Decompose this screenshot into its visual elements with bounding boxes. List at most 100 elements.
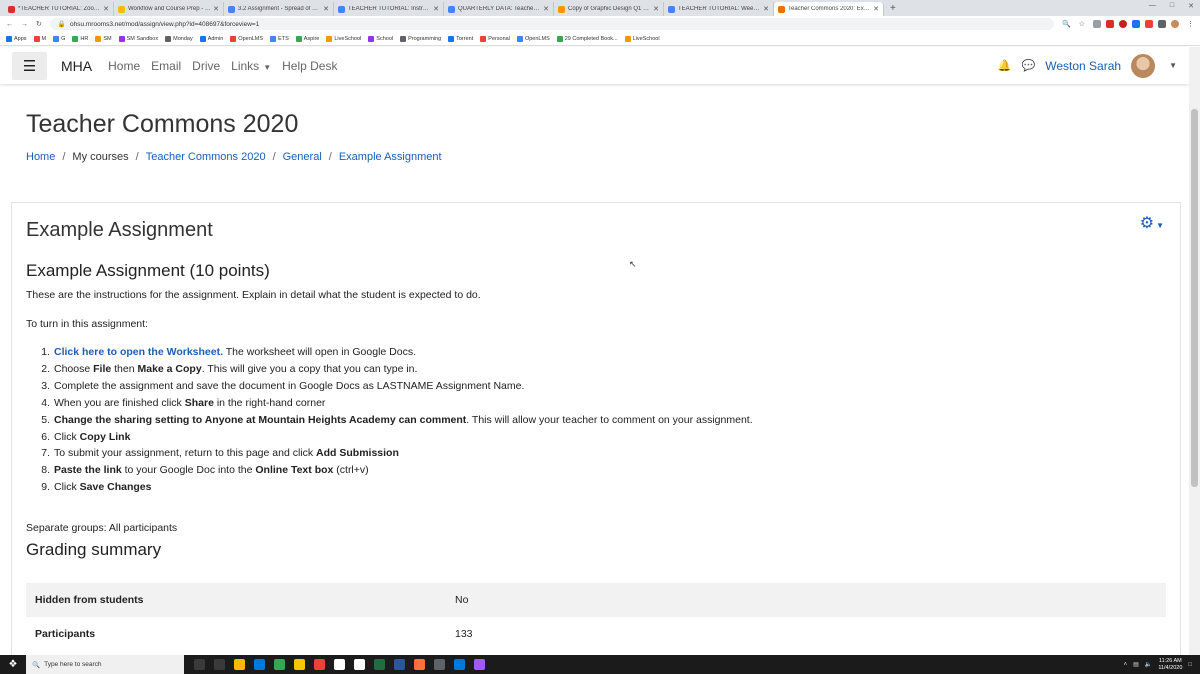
browser-tab[interactable]: Workflow and Course Prep - Go ✕ <box>114 2 224 16</box>
bookmark-item[interactable]: Admin <box>199 35 223 42</box>
tab-close-icon[interactable]: ✕ <box>433 5 439 13</box>
breadcrumb-item[interactable]: Teacher Commons 2020 <box>146 151 266 163</box>
maximize-icon[interactable]: □ <box>1170 2 1174 10</box>
step-number: 2. <box>41 362 50 375</box>
user-name[interactable]: Weston Sarah <box>1045 59 1121 73</box>
bookmark-item[interactable]: LiveSchool <box>326 35 361 42</box>
bookmark-item[interactable]: HR <box>72 35 88 42</box>
tab-favicon-icon <box>8 5 15 13</box>
zoom-icon[interactable]: 🔍 <box>1062 20 1071 28</box>
bookmark-item[interactable]: LiveSchool <box>624 35 660 42</box>
extension-icon[interactable] <box>1145 20 1153 28</box>
bookmark-item[interactable]: Personal <box>480 35 510 42</box>
bookmark-item[interactable]: Torrent <box>448 35 473 42</box>
extension-icon[interactable] <box>1093 20 1101 28</box>
settings-menu-button[interactable]: ⚙ ▼ <box>1140 213 1164 233</box>
nav-link-drive[interactable]: Drive <box>192 59 220 73</box>
bookmark-item[interactable]: Programming <box>400 35 441 42</box>
extensions <box>1093 20 1179 28</box>
hamburger-menu-button[interactable]: ☰ <box>12 51 47 80</box>
nav-link-help-desk[interactable]: Help Desk <box>282 59 337 73</box>
taskbar-clock[interactable]: 11:26 AM 11/4/2020 <box>1158 658 1182 672</box>
extension-icon[interactable] <box>1119 20 1127 28</box>
bookmark-item[interactable]: ETS <box>270 35 289 42</box>
taskbar-app-icon[interactable] <box>314 659 325 670</box>
bookmark-item[interactable]: M <box>33 35 46 42</box>
notifications-icon[interactable]: □ <box>1188 662 1192 668</box>
bookmark-item[interactable]: SM <box>95 35 112 42</box>
taskbar-app-icon[interactable] <box>374 659 385 670</box>
site-brand[interactable]: MHA <box>61 58 92 74</box>
tray-chevron-icon[interactable]: ˄ <box>1124 662 1128 668</box>
taskbar-app-icon[interactable] <box>194 659 205 670</box>
taskbar-app-icon[interactable] <box>214 659 225 670</box>
step-bold-text: Online Text box <box>255 464 334 477</box>
breadcrumb-item[interactable]: Home <box>26 151 55 163</box>
url-field[interactable]: 🔒 ohsu.mrooms3.net/mod/assign/view.php?i… <box>49 18 1054 30</box>
tab-close-icon[interactable]: ✕ <box>323 5 329 13</box>
nav-link-email[interactable]: Email <box>151 59 181 73</box>
windows-start-button[interactable]: ❖ <box>0 659 26 670</box>
bookmark-item[interactable]: SM Sandbox <box>118 35 158 42</box>
page-scrollbar[interactable] <box>1189 47 1200 655</box>
taskbar-app-icon[interactable] <box>354 659 365 670</box>
bookmark-item[interactable]: School <box>368 35 393 42</box>
browser-tab[interactable]: TEACHER TUTORIAL: Instructio ✕ <box>334 2 444 16</box>
bookmark-item[interactable]: OpenLMS <box>516 35 550 42</box>
taskbar-search[interactable]: 🔍 Type here to search <box>26 655 184 674</box>
bookmark-item[interactable]: Aspire <box>295 35 319 42</box>
volume-icon[interactable]: 🔈 <box>1145 661 1152 668</box>
taskbar-app-icon[interactable] <box>274 659 285 670</box>
tab-close-icon[interactable]: ✕ <box>543 5 549 13</box>
profile-icon[interactable] <box>1171 20 1179 28</box>
bookmark-star-icon[interactable]: ☆ <box>1079 20 1085 28</box>
new-tab-button[interactable]: + <box>884 2 902 16</box>
taskbar-app-icon[interactable] <box>394 659 405 670</box>
avatar[interactable] <box>1131 53 1156 78</box>
extension-icon[interactable] <box>1158 20 1166 28</box>
bookmark-item[interactable]: 29 Completed Book... <box>556 35 618 42</box>
scrollbar-thumb[interactable] <box>1191 109 1198 487</box>
taskbar-app-icon[interactable] <box>294 659 305 670</box>
browser-tab[interactable]: *TEACHER TUTORIAL: Zoom - Inb✕ <box>4 2 114 16</box>
bookmark-item[interactable]: Monday <box>165 35 193 42</box>
bookmark-item[interactable]: Apps <box>6 35 27 42</box>
user-menu-caret-icon[interactable]: ▼ <box>1169 61 1177 70</box>
browser-tab[interactable]: QUARTERLY DATA: Teacher Instr ✕ <box>444 2 554 16</box>
nav-links-dropdown[interactable]: Links ▼ <box>231 59 271 73</box>
bookmark-item[interactable]: OpenLMS <box>230 35 263 42</box>
taskbar-app-icon[interactable] <box>254 659 265 670</box>
close-window-icon[interactable]: ✕ <box>1188 2 1194 10</box>
network-icon[interactable]: ▤ <box>1133 661 1139 668</box>
breadcrumb-item[interactable]: Example Assignment <box>339 151 442 163</box>
browser-tab[interactable]: Teacher Commons 2020: Exampl ✕ <box>774 2 884 16</box>
taskbar-app-icon[interactable] <box>474 659 485 670</box>
tab-close-icon[interactable]: ✕ <box>103 5 109 13</box>
tab-close-icon[interactable]: ✕ <box>653 5 659 13</box>
reload-icon[interactable]: ↻ <box>36 20 42 28</box>
browser-tab[interactable]: 3.2 Assignment - Spread of Disc ✕ <box>224 2 334 16</box>
minimize-icon[interactable]: — <box>1149 2 1156 10</box>
forward-icon[interactable]: → <box>21 21 28 28</box>
back-icon[interactable]: ← <box>6 21 13 28</box>
nav-link-home[interactable]: Home <box>108 59 140 73</box>
extension-icon[interactable] <box>1132 20 1140 28</box>
taskbar-app-icon[interactable] <box>454 659 465 670</box>
taskbar-app-icon[interactable] <box>414 659 425 670</box>
menu-dots-icon[interactable]: ⋮ <box>1187 20 1194 28</box>
taskbar-app-icon[interactable] <box>334 659 345 670</box>
tab-close-icon[interactable]: ✕ <box>763 5 769 13</box>
chat-icon[interactable]: 💬 <box>1022 59 1036 72</box>
tab-close-icon[interactable]: ✕ <box>213 5 219 13</box>
taskbar-app-icon[interactable] <box>434 659 445 670</box>
worksheet-link[interactable]: Click here to open the Worksheet. <box>54 346 223 358</box>
tab-close-icon[interactable]: ✕ <box>873 5 879 13</box>
extension-icon[interactable] <box>1106 20 1114 28</box>
breadcrumb-item[interactable]: General <box>283 151 322 163</box>
browser-tab[interactable]: TEACHER TUTORIAL: Weekly Sch✕ <box>664 2 774 16</box>
bell-icon[interactable]: 🔔 <box>998 59 1012 72</box>
taskbar-app-icon[interactable] <box>234 659 245 670</box>
bookmark-item[interactable]: G <box>53 35 65 42</box>
browser-tab[interactable]: Copy of Graphic Design Q1 Wee ✕ <box>554 2 664 16</box>
groups-label[interactable]: Separate groups: All participants <box>26 522 177 534</box>
